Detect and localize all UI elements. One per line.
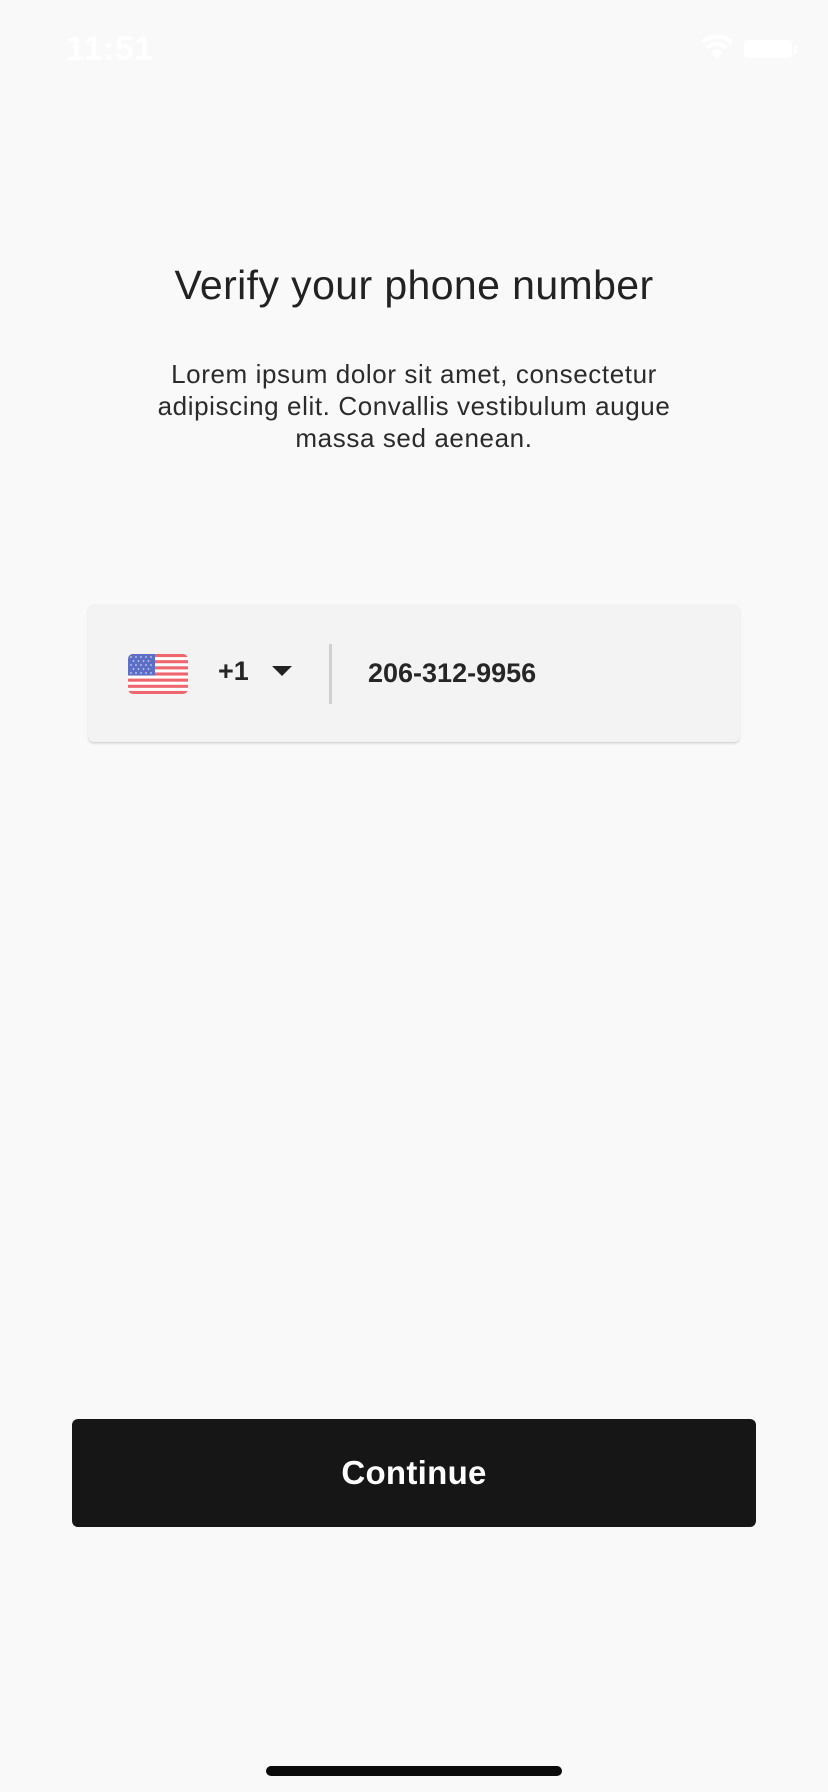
home-indicator — [266, 1766, 562, 1776]
phone-number-field: +1 — [88, 604, 740, 742]
continue-button[interactable]: Continue — [72, 1419, 756, 1527]
phone-number-input[interactable] — [368, 646, 708, 700]
status-time: 11:51 — [66, 30, 154, 68]
page-subtitle: Lorem ipsum dolor sit amet, consectetur … — [157, 359, 671, 453]
page-title: Verify your phone number — [174, 262, 654, 308]
field-divider — [329, 644, 332, 704]
status-bar: 11:51 — [0, 0, 828, 100]
battery-icon — [744, 40, 797, 58]
us-flag-icon — [128, 654, 188, 694]
wifi-icon — [701, 35, 733, 59]
dial-code: +1 — [218, 656, 249, 686]
chevron-down-icon[interactable] — [272, 666, 292, 676]
